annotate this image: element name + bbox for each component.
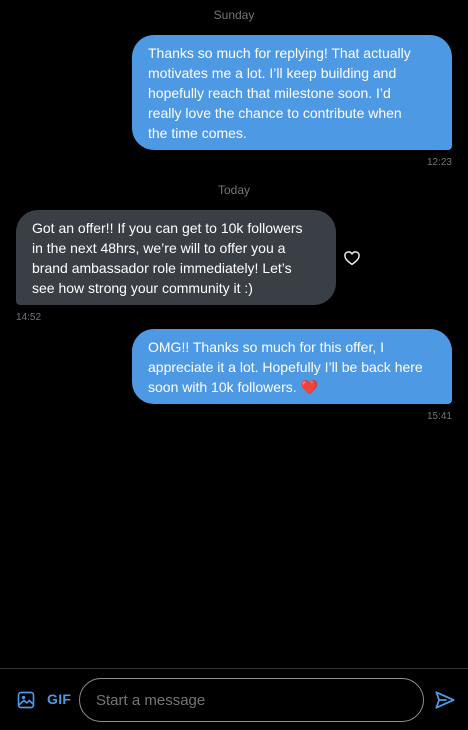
message-text-line: the time comes.	[148, 124, 247, 141]
day-separator: Today	[217, 183, 251, 197]
message-input[interactable]	[79, 678, 424, 722]
message-text-line: brand ambassador role immediately! Let’s	[32, 259, 292, 276]
message-timestamp: 15:41	[426, 411, 452, 422]
message-text-line: OMG!! Thanks so much for this offer, I	[148, 338, 385, 355]
image-icon[interactable]	[16, 690, 36, 710]
outgoing-message-bubble[interactable]: Thanks so much for replying! That actual…	[132, 35, 452, 150]
message-composer: GIF	[0, 668, 468, 730]
outgoing-message-bubble[interactable]: OMG!! Thanks so much for this offer, I a…	[132, 329, 452, 404]
message-text-line: appreciate it a lot. Hopefully I’ll be b…	[148, 358, 423, 375]
heart-outline-icon[interactable]	[343, 249, 361, 267]
message-text-line: Thanks so much for replying! That actual…	[148, 44, 411, 61]
message-timestamp: 12:23	[426, 157, 452, 168]
day-separator: Sunday	[213, 8, 255, 22]
message-text-line: see how strong your community it :)	[32, 279, 253, 296]
message-text-line: really love the chance to contribute whe…	[148, 104, 402, 121]
incoming-message-bubble[interactable]: Got an offer!! If you can get to 10k fol…	[16, 210, 336, 305]
message-timestamp: 14:52	[16, 312, 42, 323]
send-icon[interactable]	[434, 690, 456, 710]
message-text-line: motivates me a lot. I’ll keep building a…	[148, 64, 397, 81]
message-text-line: soon with 10k followers. ❤️	[148, 378, 318, 395]
message-text-line: Got an offer!! If you can get to 10k fol…	[32, 219, 303, 236]
gif-button[interactable]: GIF	[47, 691, 71, 707]
message-text-line: hopefully reach that milestone soon. I’d	[148, 84, 391, 101]
message-text-line: in the next 48hrs, we’re will to offer y…	[32, 239, 286, 256]
